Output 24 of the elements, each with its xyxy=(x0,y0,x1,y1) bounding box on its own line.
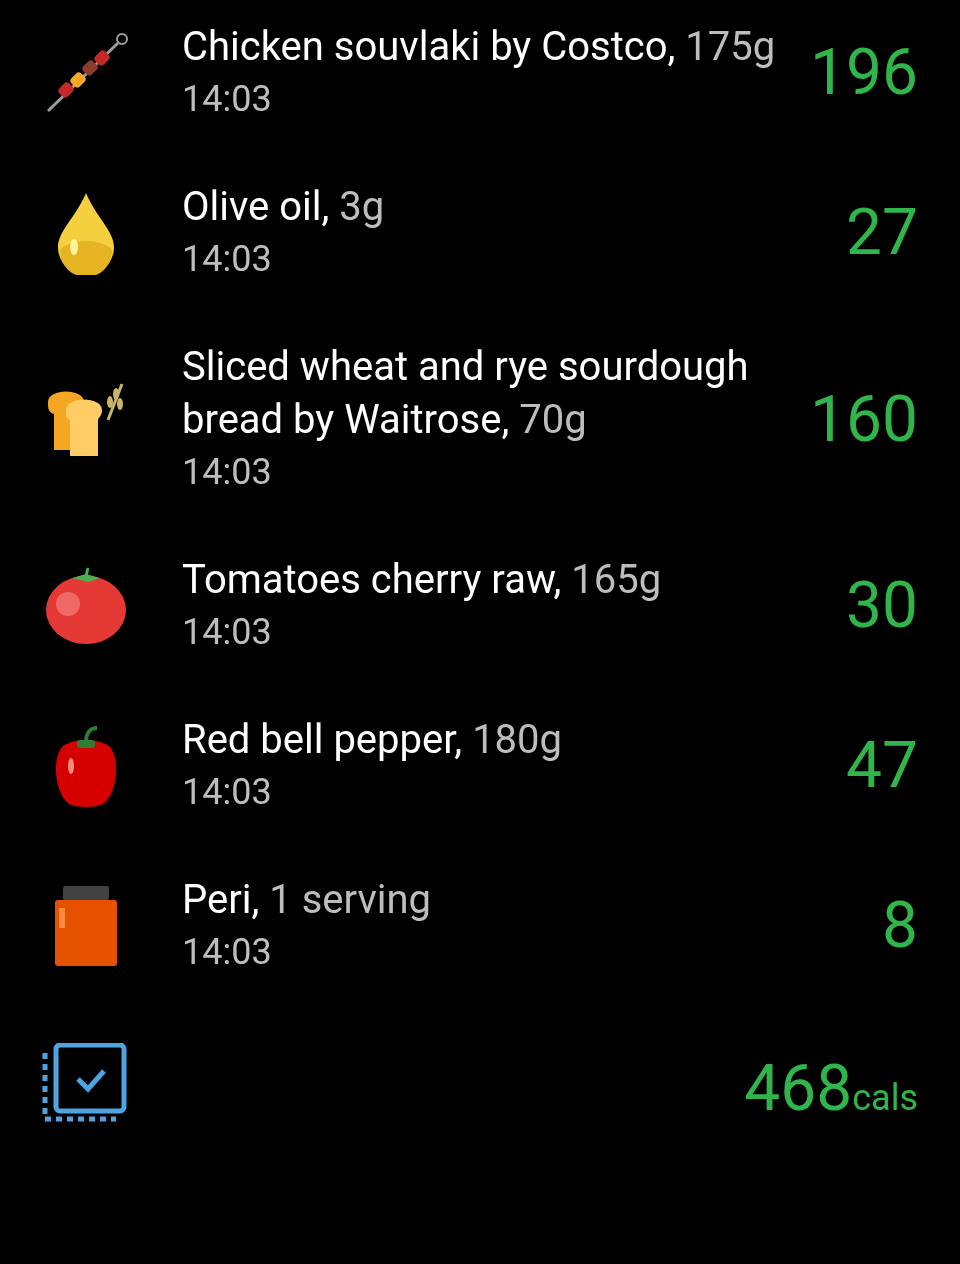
calorie-total: 468cals xyxy=(744,1054,918,1125)
entry-time: 14:03 xyxy=(182,610,273,655)
calorie-count: 30 xyxy=(846,571,918,641)
food-name: Olive oil, 3g xyxy=(182,182,386,232)
tomato-icon xyxy=(44,566,128,646)
food-name: Chicken souvlaki by Costco, 175g xyxy=(182,22,777,72)
food-name: Tomatoes cherry raw, 165g xyxy=(182,555,663,605)
calorie-count: 196 xyxy=(810,38,918,108)
entry-time: 14:03 xyxy=(182,770,273,815)
calorie-count: 160 xyxy=(810,384,918,455)
calorie-count: 47 xyxy=(846,731,918,801)
entry-time: 14:03 xyxy=(182,930,273,975)
food-name: Peri, 1 serving xyxy=(182,875,433,925)
entry-time: 14:03 xyxy=(182,237,273,282)
calorie-count: 8 xyxy=(882,891,918,961)
jar-icon xyxy=(53,884,119,968)
entry-time: 14:03 xyxy=(182,450,273,495)
skewer-icon xyxy=(44,31,128,115)
food-name: Sliced wheat and rye sourdough bread by Waitrose, 70g xyxy=(182,342,750,445)
entry-time: 14:03 xyxy=(182,77,273,122)
oil-drop-icon xyxy=(56,191,116,275)
calorie-count: 27 xyxy=(846,198,918,268)
checklist-icon xyxy=(42,1043,128,1125)
food-name: Red bell pepper, 180g xyxy=(182,715,564,765)
